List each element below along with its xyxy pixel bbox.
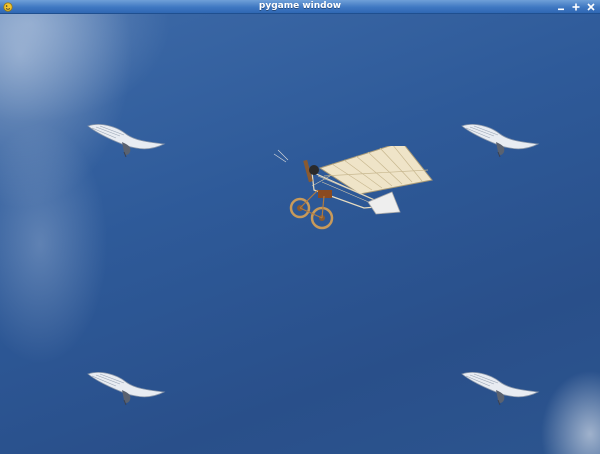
- pygame-window: pygame window: [0, 0, 600, 454]
- bird-sprite: [461, 124, 540, 158]
- close-button[interactable]: [584, 1, 598, 13]
- bird-sprite: [87, 124, 166, 158]
- minimize-button[interactable]: [554, 1, 568, 13]
- window-title: pygame window: [258, 1, 342, 11]
- bird-sprite: [87, 372, 166, 406]
- window-controls: [554, 1, 598, 13]
- game-canvas[interactable]: [0, 14, 600, 454]
- minimize-icon: [558, 8, 564, 11]
- maximize-button[interactable]: [569, 1, 583, 13]
- title-bar[interactable]: pygame window: [0, 0, 600, 14]
- close-icon: [587, 3, 595, 11]
- maximize-icon: [572, 3, 580, 11]
- bird-sprite: [461, 372, 540, 406]
- plane-sprite: [273, 146, 433, 230]
